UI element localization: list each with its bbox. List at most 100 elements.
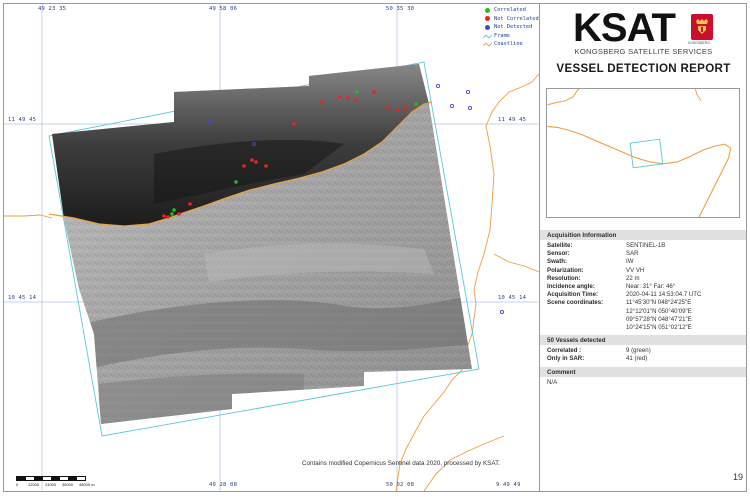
vessel-marker[interactable] xyxy=(414,102,418,106)
legend-label: Not Correlated xyxy=(494,15,539,22)
info-row: Polarization: VV VH xyxy=(547,267,739,275)
sar-map-panel[interactable]: 49 23 35 49 58 06 50 35 30 49 28 08 50 0… xyxy=(4,4,539,491)
coord-top-2: 49 58 06 xyxy=(209,6,238,12)
vessel-marker[interactable] xyxy=(338,95,342,99)
vessel-marker[interactable] xyxy=(372,90,376,94)
legend-label: Correlated xyxy=(494,7,526,13)
coord-top-3: 50 35 30 xyxy=(386,6,415,12)
info-key: Swath: xyxy=(547,258,567,266)
coord-right-2: 10 45 14 xyxy=(498,295,527,301)
info-row: Acquisition Time: 2020-04-11 14:53:04.7 U… xyxy=(547,291,739,299)
report-title: VESSEL DETECTION REPORT xyxy=(556,62,731,75)
logo-wordmark: KSAT xyxy=(573,6,676,50)
info-key: Scene coordinates: xyxy=(547,299,604,307)
vessel-marker[interactable] xyxy=(170,212,174,216)
report-sidebar: KSAT KONGSBERG KONGSBERG SATELLITE SERVI… xyxy=(539,4,746,491)
vessel-marker[interactable] xyxy=(386,106,390,110)
data-credit: Contains modified Copernicus Sentinel da… xyxy=(302,460,501,467)
coord-left-2: 10 45 14 xyxy=(8,295,37,301)
vessel-marker[interactable] xyxy=(172,208,176,212)
scale-label: 48000 m xyxy=(79,482,95,487)
vessel-marker[interactable] xyxy=(465,89,471,95)
info-row: N/A xyxy=(547,379,739,387)
scene-coordinates: 11°45'30"N 048°24'25"E 12°12'01"N 050°40… xyxy=(626,299,692,332)
info-value: SAR xyxy=(626,250,639,258)
sar-image xyxy=(52,64,472,424)
logo-tagline: KONGSBERG xyxy=(688,41,710,45)
info-row: Satellite: SENTINEL-1B xyxy=(547,242,739,250)
info-row: Sensor: SAR xyxy=(547,250,739,258)
vessel-marker[interactable] xyxy=(292,122,296,126)
vessel-marker[interactable] xyxy=(435,83,441,89)
coord-left-1: 11 49 45 xyxy=(8,117,37,123)
legend-item: Frame xyxy=(482,32,539,41)
vessel-marker[interactable] xyxy=(166,215,170,219)
coord-bottom-1: 49 28 08 xyxy=(209,482,238,488)
blue-dot-icon xyxy=(482,24,492,30)
scale-bar: 0 12000 24000 36000 48000 m xyxy=(16,476,116,488)
vessel-marker[interactable] xyxy=(355,90,359,94)
comment-body: N/A xyxy=(540,377,746,390)
info-key: Satellite: xyxy=(547,242,573,249)
info-value: 9 (green) xyxy=(626,347,651,355)
coord-top-1: 49 23 35 xyxy=(38,6,67,12)
scale-label: 36000 xyxy=(62,482,74,487)
overview-coastline xyxy=(547,125,732,217)
vessel-marker[interactable] xyxy=(449,103,455,109)
scene-coordinate: 12°12'01"N 050°40'09"E xyxy=(626,307,692,315)
vessel-marker[interactable] xyxy=(346,96,350,100)
vessel-marker[interactable] xyxy=(396,108,400,112)
info-value: 22 m xyxy=(626,274,640,282)
vessel-marker[interactable] xyxy=(264,164,268,168)
vessel-marker[interactable] xyxy=(188,202,192,206)
info-row: Swath: IW xyxy=(547,258,739,266)
info-key: Resolution: xyxy=(547,274,581,282)
vessel-marker[interactable] xyxy=(242,164,246,168)
vessel-marker[interactable] xyxy=(162,214,166,218)
vessel-marker[interactable] xyxy=(467,105,473,111)
vessel-marker[interactable] xyxy=(177,212,181,216)
report-page: 49 23 35 49 58 06 50 35 30 49 28 08 50 0… xyxy=(3,3,747,492)
info-table: Acquisition Information Satellite: SENTIN… xyxy=(540,230,746,390)
sar-map[interactable] xyxy=(4,4,539,491)
ksat-logo: KSAT KONGSBERG xyxy=(540,8,747,52)
coord-bottom-2: 50 02 08 xyxy=(386,482,415,488)
company-name: KONGSBERG SATELLITE SERVICES xyxy=(574,47,713,56)
kongsberg-crest-icon xyxy=(691,14,713,40)
scene-coordinate: 10°24'15"N 051°02'12"E xyxy=(626,324,692,332)
vessel-marker[interactable] xyxy=(250,158,254,162)
frame-line-icon xyxy=(482,33,492,39)
scale-label: 12000 xyxy=(28,482,40,487)
info-value: VV VH xyxy=(626,266,645,274)
info-key: Only in SAR: xyxy=(547,355,585,363)
legend-label: Coastline xyxy=(494,41,523,48)
coord-bottom-3: 9 49 49 xyxy=(496,482,521,488)
info-value: 41 (red) xyxy=(626,355,648,363)
info-row: Resolution: 22 m xyxy=(547,275,739,283)
vessels-body: Correlated : 9 (green) Only in SAR: 41 (re… xyxy=(540,345,746,366)
info-value: SENTINEL-1B xyxy=(626,242,666,249)
vessels-heading: 50 Vessels detected xyxy=(540,335,746,346)
vessel-marker[interactable] xyxy=(354,98,358,102)
info-key: Incidence angle: xyxy=(547,283,595,291)
info-key: Sensor: xyxy=(547,250,570,258)
legend-label: Not Detected xyxy=(494,24,533,31)
info-value: 2020-04-11 14:53:04.7 UTC xyxy=(626,291,702,299)
acquisition-heading: Acquisition Information xyxy=(540,230,746,240)
overview-map[interactable] xyxy=(546,88,740,218)
info-key: Correlated : xyxy=(547,347,582,355)
vessel-marker[interactable] xyxy=(320,100,324,104)
scale-labels: 0 12000 24000 36000 48000 m xyxy=(16,482,116,488)
info-key: Acquisition Time: xyxy=(547,291,599,299)
map-legend: Correlated Not Correlated Not Detected Fram… xyxy=(482,6,539,49)
info-row: Correlated : 9 (green) xyxy=(547,347,739,355)
vessel-marker[interactable] xyxy=(499,309,505,315)
vessel-marker[interactable] xyxy=(254,160,258,164)
vessel-marker[interactable] xyxy=(404,106,408,110)
red-dot-icon xyxy=(482,16,492,22)
legend-item: Not Detected xyxy=(482,23,539,32)
vessel-marker[interactable] xyxy=(234,180,238,184)
scene-coordinate: 09°57'28"N 048°47'21"E xyxy=(626,315,692,323)
info-row: Incidence angle: Near: 31° Far: 46° xyxy=(547,283,739,291)
legend-item: Coastline xyxy=(482,40,539,49)
